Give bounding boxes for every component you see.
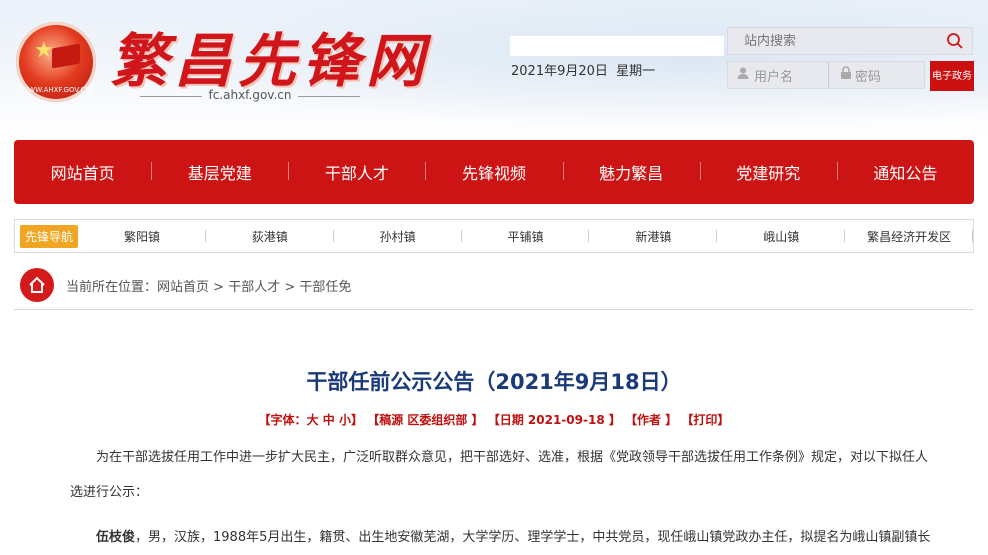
author-info: 【作者 】	[625, 413, 678, 427]
town-link[interactable]: 繁阳镇	[78, 228, 206, 245]
search-icon[interactable]	[946, 32, 964, 50]
town-nav-tag: 先锋导航	[20, 224, 79, 248]
username-field[interactable]: 用户名	[736, 62, 829, 88]
candidate-details: ，男，汉族，1988年5月出生，籍贯、出生地安徽芜湖，大学学历、理学学士，中共党…	[135, 530, 931, 545]
site-title[interactable]: 繁昌先锋网	[110, 14, 430, 98]
date-info: 【日期 2021-09-18 】	[487, 413, 621, 427]
town-link[interactable]: 新港镇	[589, 228, 718, 245]
font-size-label: 【字体：	[258, 413, 307, 427]
party-emblem-logo[interactable]: ★ WWW.AHXF.GOV.CN	[16, 22, 96, 102]
breadcrumb-cadres[interactable]: 干部人才	[228, 280, 280, 295]
password-placeholder: 密码	[855, 69, 882, 85]
weekday-value: 星期一	[616, 64, 656, 79]
town-link[interactable]: 繁昌经济开发区	[845, 228, 973, 245]
flag-icon	[52, 43, 80, 69]
article-paragraph: 为在干部选拔任用工作中进一步扩大民主，广泛听取群众意见，把干部选好、选准，根据《…	[70, 450, 929, 500]
source-info: 【稿源 区委组织部 】	[367, 413, 484, 427]
print-button[interactable]: 【打印】	[681, 413, 729, 427]
article-meta: 【字体：大 中 小】 【稿源 区委组织部 】 【日期 2021-09-18 】 …	[0, 411, 988, 428]
nav-item-research[interactable]: 党建研究	[699, 160, 837, 184]
site-domain: fc.ahxf.gov.cn	[140, 88, 360, 102]
town-link[interactable]: 峨山镇	[717, 228, 846, 245]
star-icon: ★	[34, 38, 54, 63]
town-link[interactable]: 孙村镇	[334, 228, 462, 245]
emblem-url: WWW.AHXF.GOV.CN	[21, 86, 91, 94]
breadcrumb-separator: >	[280, 280, 300, 295]
divider	[14, 309, 974, 310]
nav-item-videos[interactable]: 先锋视频	[425, 160, 562, 184]
nav-item-charm[interactable]: 魅力繁昌	[562, 160, 700, 184]
date-display: 2021年9月20日 星期一	[511, 60, 655, 79]
town-link[interactable]: 平铺镇	[462, 228, 590, 245]
home-icon	[20, 268, 54, 302]
password-field[interactable]: 密码	[840, 62, 920, 88]
username-placeholder: 用户名	[754, 69, 794, 85]
breadcrumb: 当前所在位置：网站首页 > 干部人才 > 干部任免	[66, 276, 351, 295]
breadcrumb-home[interactable]: 网站首页	[157, 280, 209, 295]
main-nav: 网站首页 基层党建 干部人才 先锋视频 魅力繁昌 党建研究 通知公告	[14, 140, 974, 204]
date-value: 2021年9月20日	[511, 64, 608, 79]
font-large-button[interactable]: 大	[307, 413, 319, 427]
breadcrumb-prefix: 当前所在位置：	[66, 280, 158, 295]
nav-item-home[interactable]: 网站首页	[14, 160, 151, 184]
nav-item-notices[interactable]: 通知公告	[836, 160, 974, 184]
nav-item-grassroots[interactable]: 基层党建	[151, 160, 288, 184]
font-size-close: 】	[350, 413, 363, 427]
search-box	[727, 27, 973, 55]
article-paragraph: 伍枝俊，男，汉族，1988年5月出生，籍贯、出生地安徽芜湖，大学学历、理学学士，…	[70, 520, 932, 555]
user-icon	[736, 66, 750, 84]
article-title: 干部任前公示公告（2021年9月18日）	[306, 370, 682, 394]
header-blank-strip	[510, 36, 724, 56]
town-nav: 先锋导航 繁阳镇 荻港镇 孙村镇 平铺镇 新港镇 峨山镇 繁昌经济开发区	[14, 219, 974, 253]
nav-item-cadres[interactable]: 干部人才	[288, 160, 425, 184]
breadcrumb-appointments[interactable]: 干部任免	[299, 280, 351, 295]
breadcrumb-separator: >	[209, 280, 229, 295]
town-link[interactable]: 荻港镇	[206, 228, 334, 245]
egov-button[interactable]: 电子政务	[930, 61, 974, 91]
lock-icon	[840, 66, 852, 84]
font-medium-button[interactable]: 中	[323, 413, 335, 427]
candidate-name: 伍枝俊	[96, 530, 136, 545]
font-small-button[interactable]: 小	[339, 413, 351, 427]
login-bar: 用户名 密码	[727, 61, 925, 89]
search-input[interactable]	[742, 33, 946, 50]
town-nav-list: 繁阳镇 荻港镇 孙村镇 平铺镇 新港镇 峨山镇 繁昌经济开发区	[78, 228, 973, 245]
